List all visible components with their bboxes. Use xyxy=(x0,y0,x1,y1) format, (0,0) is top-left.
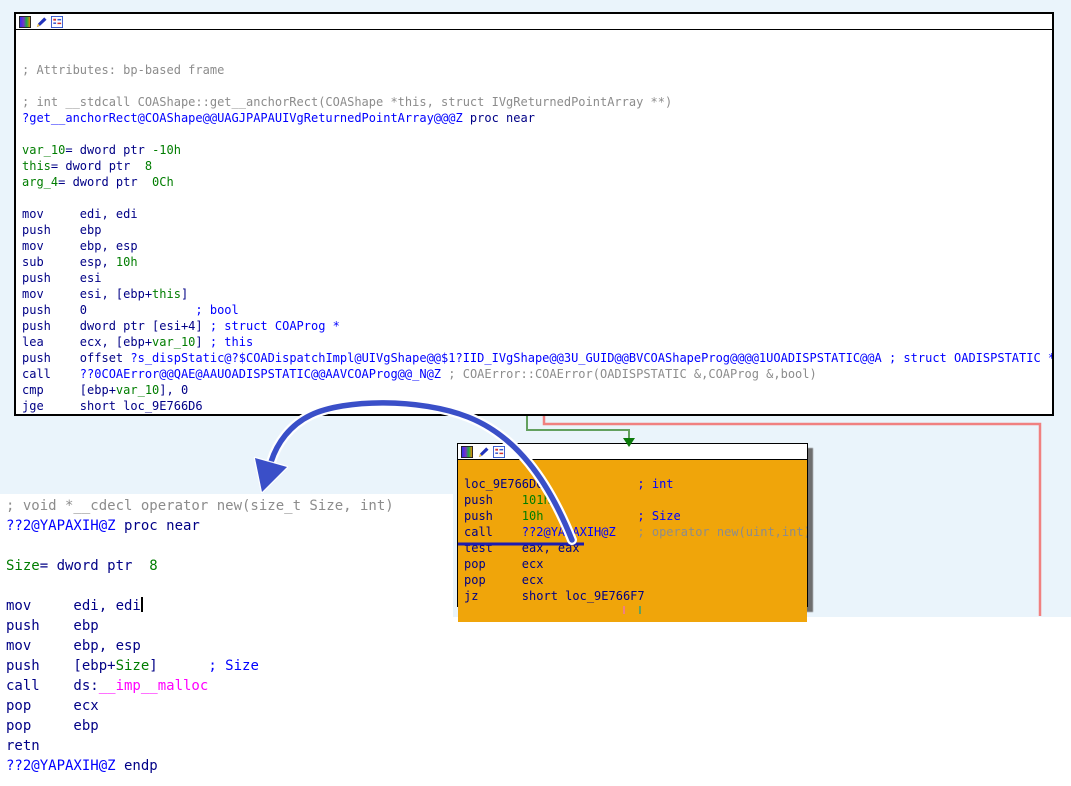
code-line[interactable] xyxy=(6,576,453,596)
code-line[interactable]: Size= dword ptr 8 xyxy=(6,556,453,576)
code-line[interactable]: jz short loc_9E766F7 xyxy=(464,588,807,604)
code-line[interactable]: this= dword ptr 8 xyxy=(22,158,1052,174)
code-line[interactable]: loc_9E766D6: ; int xyxy=(464,476,807,492)
code-line[interactable]: push dword ptr [esi+4] ; struct COAProg … xyxy=(22,318,1052,334)
code-line[interactable]: ; int __stdcall COAShape::get__anchorRec… xyxy=(22,94,1052,110)
graph-node-loc-9E766D6[interactable]: loc_9E766D6: ; int push 101h push 10h ; Si… xyxy=(457,443,808,622)
code-line[interactable]: ??2@YAPAXIH@Z endp xyxy=(6,756,453,776)
code-line[interactable]: push ebp xyxy=(6,616,453,636)
graph-node-get-anchorrect[interactable]: ; Attributes: bp-based frame ; int __std… xyxy=(14,12,1054,416)
code-line[interactable]: pop ecx xyxy=(464,556,807,572)
code-line[interactable]: push ebp xyxy=(22,222,1052,238)
code-line[interactable] xyxy=(22,46,1052,62)
code-line[interactable]: mov edi, edi xyxy=(22,206,1052,222)
code-line[interactable]: mov edi, edi xyxy=(6,596,453,616)
code-line[interactable]: push 10h ; Size xyxy=(464,508,807,524)
code-line[interactable] xyxy=(22,30,1052,46)
palette-icon[interactable] xyxy=(461,445,473,458)
code-line[interactable]: ??2@YAPAXIH@Z proc near xyxy=(6,516,453,536)
code-line[interactable]: pop ecx xyxy=(464,572,807,588)
disassembly-listing[interactable]: loc_9E766D6: ; int push 101h push 10h ; Si… xyxy=(458,460,807,604)
palette-icon[interactable] xyxy=(19,15,31,28)
code-line[interactable]: push [ebp+Size] ; Size xyxy=(6,656,453,676)
code-line[interactable]: retn xyxy=(6,736,453,756)
code-line[interactable]: ; void *__cdecl operator new(size_t Size… xyxy=(6,496,453,516)
code-line[interactable]: cmp [ebp+var_10], 0 xyxy=(22,382,1052,398)
graph-overview-icon[interactable] xyxy=(51,15,63,28)
code-line[interactable]: ; Attributes: bp-based frame xyxy=(22,62,1052,78)
code-line[interactable] xyxy=(22,190,1052,206)
edit-icon[interactable] xyxy=(477,446,489,458)
code-line[interactable]: call ds:__imp__malloc xyxy=(6,676,453,696)
zoomed-disassembly-operator-new[interactable]: ; void *__cdecl operator new(size_t Size… xyxy=(0,494,453,786)
code-line[interactable] xyxy=(22,78,1052,94)
code-line[interactable]: var_10= dword ptr -10h xyxy=(22,142,1052,158)
code-line[interactable]: pop ecx xyxy=(6,696,453,716)
disassembly-listing[interactable]: ; void *__cdecl operator new(size_t Size… xyxy=(0,494,453,776)
code-line[interactable]: sub esp, 10h xyxy=(22,254,1052,270)
edit-icon[interactable] xyxy=(35,16,47,28)
code-line[interactable] xyxy=(22,126,1052,142)
code-line[interactable]: arg_4= dword ptr 0Ch xyxy=(22,174,1052,190)
code-line[interactable]: mov esi, [ebp+this] xyxy=(22,286,1052,302)
code-line[interactable]: pop ebp xyxy=(6,716,453,736)
code-line[interactable]: push 0 ; bool xyxy=(22,302,1052,318)
code-line[interactable]: test eax, eax xyxy=(464,540,807,556)
text-cursor xyxy=(140,597,143,612)
code-line[interactable]: push 101h xyxy=(464,492,807,508)
disassembly-listing[interactable]: ; Attributes: bp-based frame ; int __std… xyxy=(16,30,1052,414)
code-line[interactable]: mov ebp, esp xyxy=(22,238,1052,254)
node-titlebar xyxy=(458,444,807,460)
code-line[interactable]: push offset ?s_dispStatic@?$COADispatchI… xyxy=(22,350,1052,366)
code-line[interactable]: push esi xyxy=(22,270,1052,286)
code-line[interactable]: ?get__anchorRect@COAShape@@UAGJPAPAUIVgR… xyxy=(22,110,1052,126)
node-titlebar xyxy=(16,14,1052,30)
graph-overview-icon[interactable] xyxy=(493,445,505,458)
code-line[interactable]: call ??2@YAPAXIH@Z ; operator new(uint,i… xyxy=(464,524,807,540)
code-line[interactable] xyxy=(464,460,807,476)
code-line[interactable] xyxy=(6,536,453,556)
code-line[interactable]: call ??0COAError@@QAE@AAUOADISPSTATIC@@A… xyxy=(22,366,1052,382)
code-line[interactable]: lea ecx, [ebp+var_10] ; this xyxy=(22,334,1052,350)
code-line[interactable]: mov ebp, esp xyxy=(6,636,453,656)
code-line[interactable]: jge short loc_9E766D6 xyxy=(22,398,1052,414)
